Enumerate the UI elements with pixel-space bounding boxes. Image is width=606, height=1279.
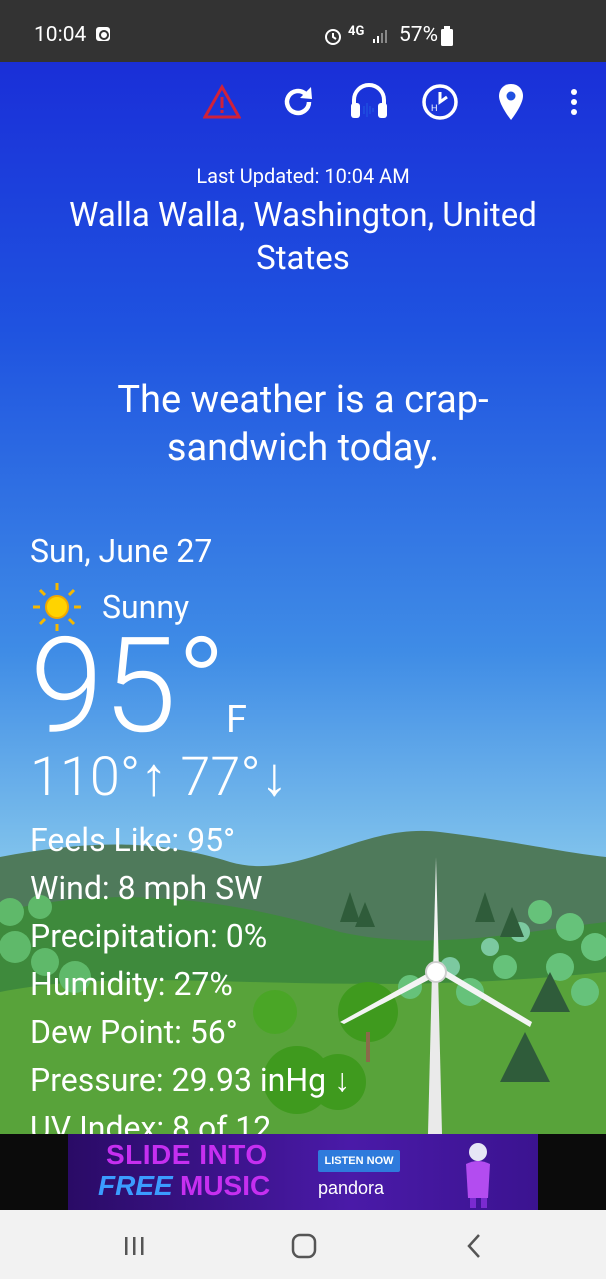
humidity: Humidity: 27% xyxy=(30,965,233,1003)
feels-like: Feels Like: 95° xyxy=(30,821,236,859)
home-button[interactable] xyxy=(284,1226,324,1266)
status-time: 10:04 xyxy=(34,23,87,47)
home-icon xyxy=(291,1233,317,1259)
recent-apps-icon xyxy=(125,1237,144,1255)
battery-icon xyxy=(441,26,453,46)
headphones-icon xyxy=(351,83,387,118)
ad-headline-3: MUSIC xyxy=(180,1170,271,1201)
network-type: 4G xyxy=(348,24,365,39)
history-clock-icon: H xyxy=(422,84,458,120)
alarm-icon xyxy=(325,29,341,45)
audio-forecast-button[interactable] xyxy=(347,80,391,124)
ad-brand: pandora xyxy=(318,1178,385,1198)
refresh-icon xyxy=(284,87,312,116)
hourly-forecast-button[interactable]: H xyxy=(418,80,462,124)
last-updated: Last Updated: 10:04 AM xyxy=(196,164,410,188)
temperature-unit[interactable]: F xyxy=(226,698,247,742)
location-button[interactable] xyxy=(489,80,533,124)
status-bar: 10:04 4G 57% xyxy=(0,0,606,62)
warning-icon xyxy=(203,84,241,119)
back-button[interactable] xyxy=(454,1226,494,1266)
details-list: Feels Like: 95° Wind: 8 mph SW Precipita… xyxy=(30,816,350,1134)
ad-headline-2: FREE xyxy=(98,1170,173,1201)
refresh-button[interactable] xyxy=(276,80,320,124)
battery-percent: 57% xyxy=(399,23,438,47)
dew-point: Dew Point: 56° xyxy=(30,1013,238,1051)
weather-phrase: The weather is a crap-sandwich today. xyxy=(117,378,489,470)
wind: Wind: 8 mph SW xyxy=(30,869,263,907)
current-temperature: 95° xyxy=(30,610,227,764)
ad-character-illustration xyxy=(466,1143,490,1208)
precipitation: Precipitation: 0% xyxy=(30,917,268,955)
svg-text:H: H xyxy=(431,103,438,113)
toolbar: H xyxy=(0,80,606,130)
weather-main: H Last Updated: 10:04 AM Walla Walla, Wa… xyxy=(0,62,606,1134)
recent-apps-button[interactable] xyxy=(114,1226,154,1266)
location-pin-icon xyxy=(499,84,523,120)
back-icon xyxy=(467,1234,480,1258)
notification-icon xyxy=(96,27,110,41)
high-low-temperature: 110°↑ 77°↓ xyxy=(30,746,288,809)
forecast-date: Sun, June 27 xyxy=(30,532,213,570)
navigation-bar xyxy=(0,1210,606,1279)
pressure: Pressure: 29.93 inHg ↓ xyxy=(30,1061,351,1099)
location-name[interactable]: Walla Walla, Washington, United States xyxy=(40,194,566,280)
signal-icon xyxy=(373,30,387,43)
overflow-menu-button[interactable] xyxy=(552,80,596,124)
overflow-menu-icon xyxy=(571,89,577,115)
ad-headline-1: SLIDE INTO xyxy=(106,1139,268,1170)
weather-alert-button[interactable] xyxy=(200,80,244,124)
ad-banner[interactable]: SLIDE INTO FREE MUSIC LISTEN NOW pandora xyxy=(0,1134,606,1210)
uv-index: UV Index: 8 of 12 xyxy=(30,1109,272,1134)
ad-creative[interactable]: SLIDE INTO FREE MUSIC LISTEN NOW pandora xyxy=(68,1134,538,1210)
ad-cta-button[interactable]: LISTEN NOW xyxy=(318,1150,400,1172)
